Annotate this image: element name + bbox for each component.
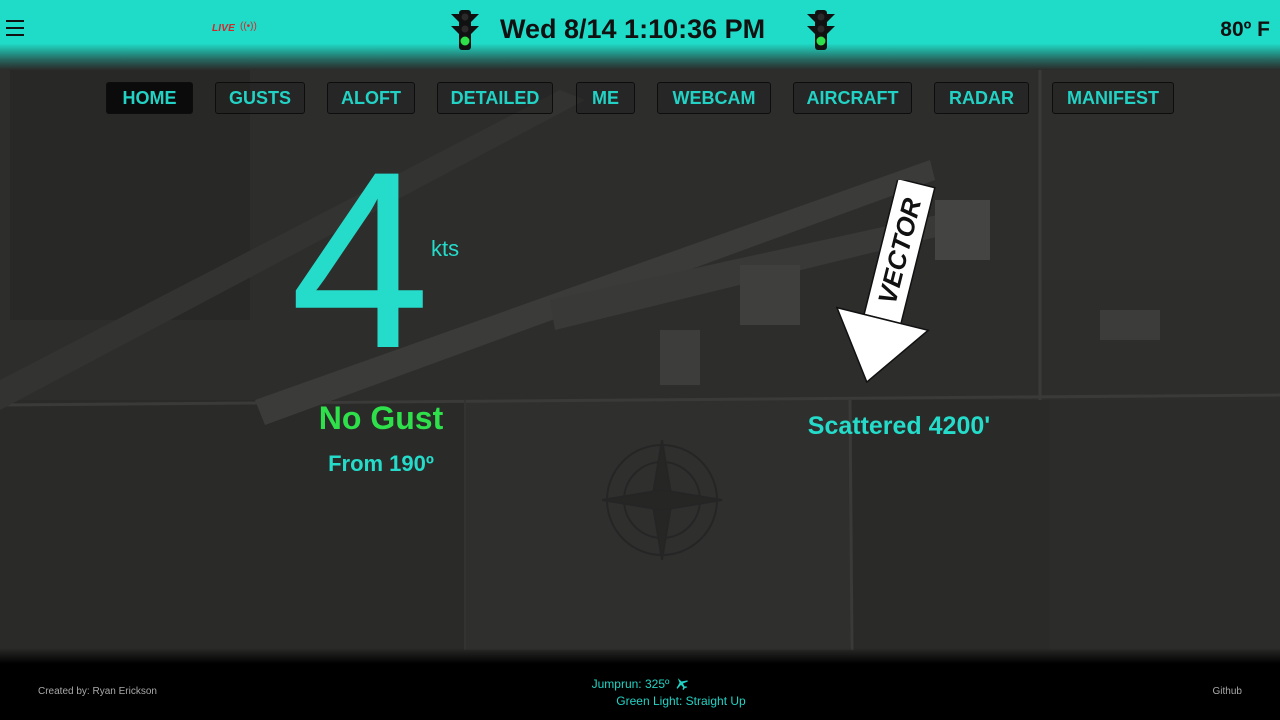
wind-direction-arrow-icon: VECTOR: [836, 180, 936, 384]
jumprun-text: Jumprun: 325º: [591, 677, 670, 691]
wind-speed-value: 4: [290, 120, 430, 401]
nav-gusts-button[interactable]: GUSTS: [215, 82, 305, 114]
live-badge: LIVE: [212, 23, 236, 34]
hamburger-menu-icon[interactable]: [6, 20, 24, 36]
nav-detailed-button[interactable]: DETAILED: [437, 82, 553, 114]
nav-aloft-button[interactable]: ALOFT: [327, 82, 415, 114]
gust-status: No Gust: [318, 400, 444, 436]
jumprun-info: Jumprun: 325º: [580, 677, 700, 691]
wind-direction: From 190º: [328, 451, 434, 476]
main-nav: HOME GUSTS ALOFT DETAILED ME WEBCAM AIRC…: [0, 82, 1280, 116]
nav-webcam-button[interactable]: WEBCAM: [657, 82, 771, 114]
airplane-icon: [677, 678, 689, 690]
nav-home-button[interactable]: HOME: [106, 82, 193, 114]
created-by-credit: Created by: Ryan Erickson: [38, 686, 157, 697]
traffic-light-icon: [807, 10, 835, 50]
wind-speed-unit: kts: [431, 236, 460, 261]
green-light-info: Green Light: Straight Up: [616, 694, 746, 708]
temperature-display: 80º F: [1220, 18, 1270, 41]
broadcast-icon: ((•)): [240, 21, 257, 32]
nav-me-button[interactable]: ME: [576, 82, 635, 114]
nav-radar-button[interactable]: RADAR: [934, 82, 1029, 114]
traffic-light-icon: [451, 10, 479, 50]
nav-aircraft-button[interactable]: AIRCRAFT: [793, 82, 912, 114]
nav-manifest-button[interactable]: MANIFEST: [1052, 82, 1174, 114]
github-link[interactable]: Github: [1213, 686, 1242, 697]
cloud-layer-status: Scattered 4200': [807, 412, 991, 440]
date-time-display: Wed 8/14 1:10:36 PM: [500, 14, 766, 44]
